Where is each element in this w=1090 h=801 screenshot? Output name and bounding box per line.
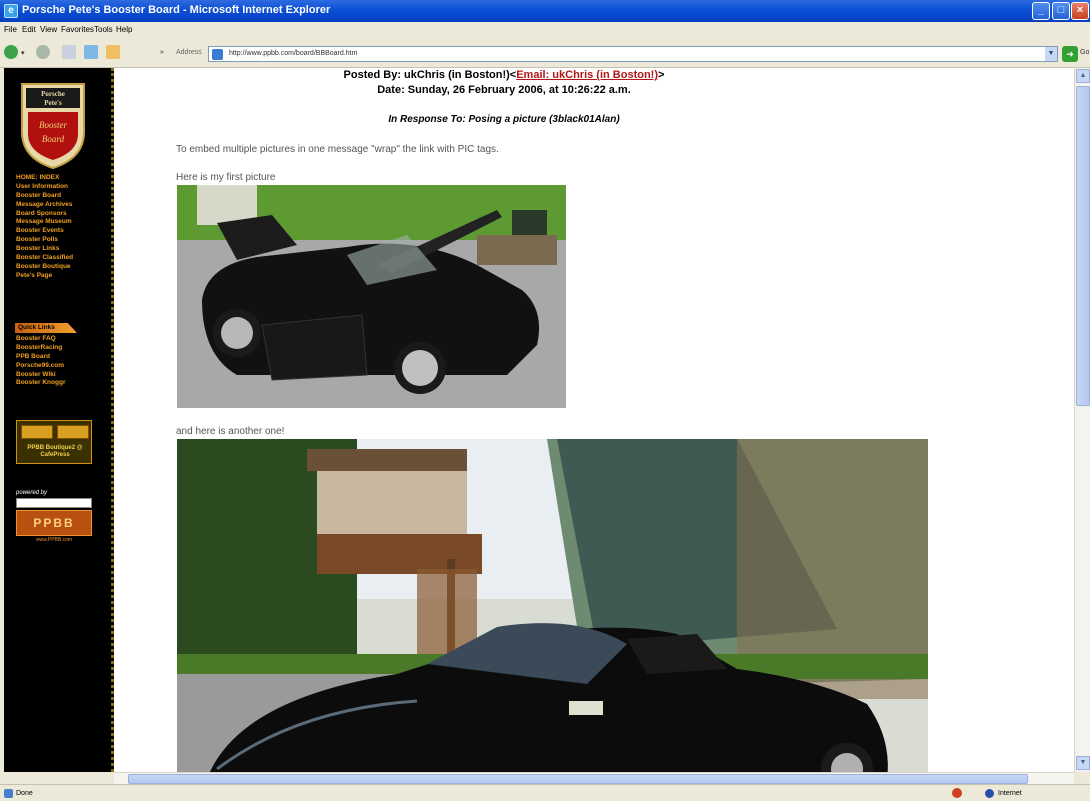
menu-file[interactable]: File (4, 25, 17, 34)
quick-link-faq[interactable]: Booster FAQ (16, 335, 65, 344)
menu-tools[interactable]: Tools (94, 25, 113, 34)
logo-text-2: Pete's (44, 99, 62, 107)
ppbb-url: www.PPBB.com (35, 537, 73, 543)
logo-text-1: Porsche (41, 90, 65, 98)
horizontal-scroll-thumb[interactable] (128, 774, 1028, 784)
page-done-icon (4, 789, 13, 798)
boutique-item-icon (57, 425, 89, 439)
address-input[interactable]: http://www.ppbb.com/board/BBBoard.htm ▼ (208, 46, 1058, 62)
powered-by[interactable]: powered by PPBB www.PPBB.com (16, 490, 92, 543)
go-button-label[interactable]: Go (1080, 49, 1089, 56)
address-label: Address (176, 49, 202, 56)
second-car-photo (177, 439, 928, 772)
first-car-photo (177, 185, 566, 408)
quick-link-ppb-board[interactable]: PPB Board (16, 353, 65, 362)
sidebar-item-petes-page[interactable]: Pete's Page (16, 272, 73, 281)
sidebar-item-user-information[interactable]: User Information (16, 183, 73, 192)
quick-link-porsche99[interactable]: Porsche99.com (16, 362, 65, 371)
sidebar-item-booster-classified[interactable]: Booster Classified (16, 254, 73, 263)
sidebar-item-booster-polls[interactable]: Booster Polls (16, 236, 73, 245)
vertical-scrollbar[interactable]: ▲ ▼ (1074, 68, 1090, 772)
internet-zone-icon (985, 789, 994, 798)
post-header: Posted By: ukChris (in Boston!)<Email: u… (114, 68, 894, 98)
quick-link-racing[interactable]: BoosterRacing (16, 344, 65, 353)
sidebar-item-booster-links[interactable]: Booster Links (16, 245, 73, 254)
toolbar-overflow-icon[interactable]: » (160, 49, 164, 56)
sidebar-item-booster-boutique[interactable]: Booster Boutique (16, 263, 73, 272)
close-button[interactable]: × (1071, 2, 1089, 20)
page-viewport: Porsche Pete's Booster Board HOME: INDEX… (4, 68, 1074, 772)
forward-icon[interactable] (36, 45, 50, 59)
ppbb-logo: PPBB (16, 510, 92, 536)
refresh-icon[interactable] (84, 45, 98, 59)
back-dropdown-icon[interactable]: ▾ (21, 49, 25, 57)
back-icon[interactable] (4, 45, 18, 59)
menu-edit[interactable]: Edit (22, 25, 36, 34)
security-zone-label: Internet (998, 790, 1022, 797)
ie-icon: e (4, 4, 18, 18)
email-link[interactable]: Email: ukChris (in Boston!) (516, 69, 658, 81)
browser-window: e Porsche Pete's Booster Board - Microso… (0, 0, 1090, 801)
chevron-down-icon[interactable]: ▼ (1045, 47, 1057, 61)
horizontal-scrollbar[interactable] (114, 772, 1074, 784)
scroll-up-icon[interactable]: ▲ (1076, 69, 1090, 83)
boutique-banner[interactable]: PPBB Boutique2 @ CafePress (16, 420, 92, 464)
title-bar: e Porsche Pete's Booster Board - Microso… (0, 0, 1090, 22)
go-icon[interactable]: ➜ (1062, 46, 1078, 62)
maximize-button[interactable]: □ (1052, 2, 1070, 20)
sidebar-item-board-sponsors[interactable]: Board Sponsors (16, 210, 73, 219)
sidebar-item-booster-board[interactable]: Booster Board (16, 192, 73, 201)
home-icon[interactable] (106, 45, 120, 59)
status-bar: Done Internet (0, 784, 1090, 801)
quick-link-wiki[interactable]: Booster Wiki (16, 371, 65, 380)
in-response-to[interactable]: In Response To: Posing a picture (3black… (114, 114, 894, 125)
quick-link-knoggr[interactable]: Booster Knoggr (16, 379, 65, 388)
vertical-scroll-thumb[interactable] (1076, 86, 1090, 406)
menu-bar: File Edit View Favorites Tools Help (0, 22, 1090, 38)
caption-second-picture: and here is another one! (176, 426, 285, 437)
booster-board-logo[interactable]: Porsche Pete's Booster Board (18, 80, 88, 170)
post-date: Date: Sunday, 26 February 2006, at 10:26… (377, 84, 631, 96)
logo-text-4: Board (42, 134, 65, 144)
menu-favorites[interactable]: Favorites (61, 25, 94, 34)
quick-links: Booster FAQ BoosterRacing PPB Board Pors… (16, 335, 65, 388)
powered-by-box (16, 498, 92, 508)
quick-links-tab: Quick Links (15, 323, 77, 333)
security-icon (952, 788, 962, 798)
boutique-item-icon (21, 425, 53, 439)
posted-by-text: Posted By: ukChris (in Boston!) (343, 69, 510, 81)
posted-by: Posted By: ukChris (in Boston!)<Email: u… (343, 69, 665, 81)
sidebar-item-message-museum[interactable]: Message Museum (16, 218, 73, 227)
menu-help[interactable]: Help (116, 25, 132, 34)
page-icon (212, 49, 223, 60)
sidebar-item-booster-events[interactable]: Booster Events (16, 227, 73, 236)
window-title: Porsche Pete's Booster Board - Microsoft… (22, 4, 331, 16)
address-url: http://www.ppbb.com/board/BBBoard.htm (229, 50, 358, 57)
minimize-button[interactable]: _ (1032, 2, 1050, 20)
scroll-down-icon[interactable]: ▼ (1076, 756, 1090, 770)
powered-by-label: powered by (16, 490, 48, 496)
sidebar-nav: HOME: INDEX User Information Booster Boa… (16, 174, 73, 281)
sidebar-item-message-archives[interactable]: Message Archives (16, 201, 73, 210)
menu-view[interactable]: View (40, 25, 57, 34)
sidebar-item-home[interactable]: HOME: INDEX (16, 174, 73, 183)
boutique-banner-text: PPBB Boutique2 @ CafePress (27, 445, 83, 458)
sidebar: Porsche Pete's Booster Board HOME: INDEX… (4, 68, 114, 772)
caption-first-picture: Here is my first picture (176, 172, 276, 183)
post-intro: To embed multiple pictures in one messag… (176, 144, 499, 155)
logo-text-3: Booster (39, 120, 67, 130)
toolbar: ▾ » Address http://www.ppbb.com/board/BB… (0, 38, 1090, 68)
stop-icon[interactable] (62, 45, 76, 59)
status-text: Done (16, 790, 33, 797)
